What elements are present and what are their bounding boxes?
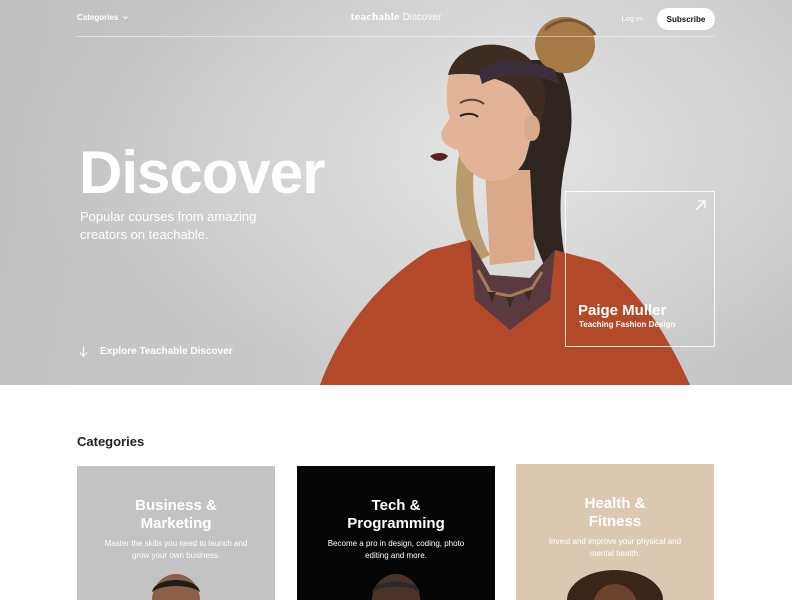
category-description: Become a pro in design, coding, photo ed… — [327, 539, 465, 560]
subscribe-button[interactable]: Subscribe — [657, 8, 715, 30]
featured-instructor-name: Paige Muller — [578, 302, 667, 319]
category-card-business-marketing[interactable]: Business & Marketing Master the skills y… — [77, 466, 275, 600]
explore-label: Explore Teachable Discover — [100, 346, 233, 357]
featured-instructor-card[interactable]: Paige Muller Teaching Fashion Design — [565, 191, 715, 347]
category-person-photo — [372, 574, 420, 600]
category-title-line2: Marketing — [140, 515, 212, 532]
category-card-health-fitness[interactable]: Health & Fitness Invest and improve your… — [516, 464, 714, 600]
category-person-photo — [567, 570, 663, 600]
hero-title: Discover — [79, 139, 325, 206]
categories-heading: Categories — [77, 434, 145, 449]
category-description: Master the skills you need to launch and… — [104, 539, 248, 560]
top-navigation: Categories teachable Discover Log in Sub… — [77, 0, 715, 37]
logo-suffix: Discover — [402, 12, 442, 23]
category-card-tech-programming[interactable]: Tech & Programming Become a pro in desig… — [297, 466, 495, 600]
category-title-line1: Tech & — [371, 497, 421, 514]
category-description: Invest and improve your physical and men… — [548, 537, 682, 558]
login-link[interactable]: Log in — [622, 14, 642, 23]
explore-link[interactable]: Explore Teachable Discover — [79, 346, 233, 357]
logo-brand: teachable — [350, 13, 400, 23]
hero-subtitle: Popular courses from amazing creators on… — [80, 209, 257, 242]
arrow-up-right-icon — [695, 200, 706, 211]
category-title-line1: Business & — [135, 497, 217, 514]
category-person-photo — [152, 574, 200, 600]
categories-menu-label: Categories — [77, 13, 119, 22]
category-title: Business & Marketing — [77, 497, 275, 533]
featured-instructor-role: Teaching Fashion Design — [579, 320, 676, 329]
hero: Categories teachable Discover Log in Sub… — [0, 0, 792, 385]
chevron-down-icon — [123, 16, 129, 20]
category-title: Tech & Programming — [297, 497, 495, 533]
category-title-line2: Fitness — [588, 513, 642, 530]
categories-menu-toggle[interactable]: Categories — [77, 13, 129, 22]
category-title-line2: Programming — [347, 515, 445, 532]
category-title-line1: Health & — [584, 495, 646, 512]
category-title: Health & Fitness — [516, 495, 714, 531]
arrow-down-icon — [79, 346, 88, 357]
teachable-discover-logo[interactable]: teachable Discover — [351, 12, 442, 23]
